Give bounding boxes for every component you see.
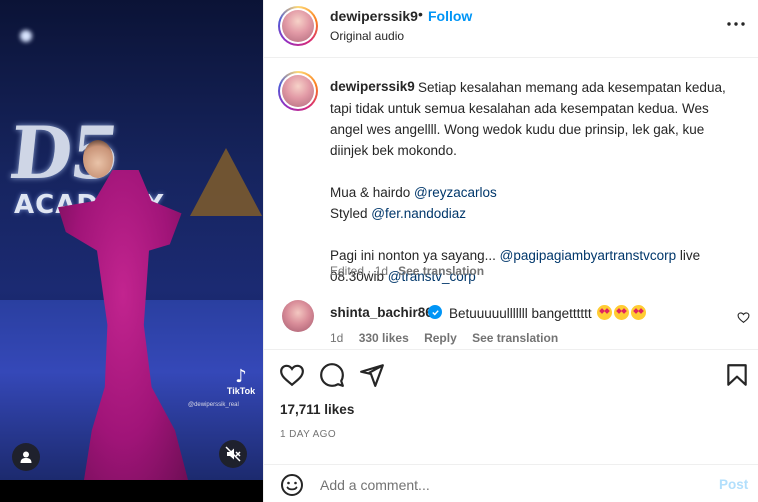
- tiktok-icon: ♪: [235, 366, 247, 387]
- speaker-muted-icon: [225, 446, 241, 462]
- likes-count[interactable]: 17,711 likes: [280, 402, 354, 417]
- audio-label[interactable]: Original audio: [330, 29, 404, 43]
- see-translation-button[interactable]: See translation: [398, 264, 484, 278]
- header-separator: •: [418, 6, 423, 22]
- post-header: dewiperssik9 • Follow Original audio: [264, 0, 758, 58]
- tagged-users-button[interactable]: [12, 443, 40, 471]
- post-comment-button[interactable]: Post: [719, 477, 748, 492]
- reply-button[interactable]: Reply: [424, 331, 457, 345]
- comment-likes[interactable]: 330 likes: [359, 331, 409, 345]
- comment-meta: 1d 330 likes Reply See translation: [330, 331, 570, 345]
- post-date[interactable]: 1 DAY AGO: [280, 429, 336, 440]
- caption-pagi-text: Pagi ini nonton ya sayang...: [330, 248, 500, 263]
- add-comment-bar: Post: [264, 464, 758, 502]
- caption-styled-label: Styled: [330, 206, 372, 221]
- heart-eyes-emoji-icon: [614, 305, 630, 320]
- save-bookmark-icon[interactable]: [724, 362, 750, 388]
- more-options-icon[interactable]: [726, 14, 746, 34]
- caption-time[interactable]: 1d: [375, 264, 388, 278]
- comment-bubble-icon[interactable]: [319, 362, 345, 388]
- comment-like-heart-icon[interactable]: [737, 311, 750, 324]
- comment-time[interactable]: 1d: [330, 331, 343, 345]
- verified-badge-icon: [428, 305, 442, 319]
- share-send-icon[interactable]: [359, 362, 385, 388]
- caption-meta: Edited · 1d See translation: [330, 264, 485, 278]
- heart-eyes-emoji-icon: [597, 305, 613, 320]
- like-heart-icon[interactable]: [279, 362, 305, 388]
- author-avatar[interactable]: [278, 6, 318, 46]
- comment-input[interactable]: [320, 475, 700, 495]
- comments-section[interactable]: dewiperssik9 Setiap kesalahan memang ada…: [264, 59, 758, 349]
- mention-link[interactable]: @pagipagiambyartranstvcorp: [500, 248, 677, 263]
- heart-eyes-emoji-icon: [631, 305, 647, 320]
- post-caption: Setiap kesalahan memang ada kesempatan k…: [330, 77, 740, 287]
- mention-link[interactable]: @fer.nandodiaz: [371, 206, 466, 221]
- mute-toggle-button[interactable]: [219, 440, 247, 468]
- caption-mua-label: Mua & hairdo: [330, 185, 415, 200]
- post-actions-bar: [264, 349, 758, 399]
- commenter-avatar[interactable]: [282, 300, 314, 332]
- tiktok-watermark: ♪ TikTok: [226, 366, 256, 397]
- emoji-picker-icon[interactable]: [280, 473, 304, 497]
- see-translation-button[interactable]: See translation: [472, 331, 558, 345]
- caption-text: Setiap kesalahan memang ada kesempatan k…: [330, 80, 726, 158]
- caption-author-avatar[interactable]: [278, 71, 318, 111]
- performer-head: [83, 140, 113, 178]
- commenter-username[interactable]: shinta_bachir86: [330, 305, 433, 320]
- mention-link[interactable]: @reyzacarlos: [414, 185, 497, 200]
- post-details-panel: dewiperssik9 • Follow Original audio dew…: [263, 0, 758, 502]
- user-icon: [20, 451, 32, 463]
- tiktok-label: TikTok: [226, 386, 256, 396]
- stage-light: [20, 30, 32, 42]
- post-media[interactable]: D5 ACADEMY ♪ TikTok @dewiperssik_real: [0, 0, 263, 502]
- follow-button[interactable]: Follow: [428, 8, 472, 24]
- tiktok-handle-watermark: @dewiperssik_real: [188, 402, 239, 408]
- edited-label: Edited: [330, 264, 365, 278]
- comment-text: Betuuuuulllllll bangetttttt: [449, 305, 647, 321]
- reel-video[interactable]: D5 ACADEMY ♪ TikTok @dewiperssik_real: [0, 0, 263, 480]
- stage-pyramid: [190, 148, 262, 216]
- author-username[interactable]: dewiperssik9: [330, 8, 418, 24]
